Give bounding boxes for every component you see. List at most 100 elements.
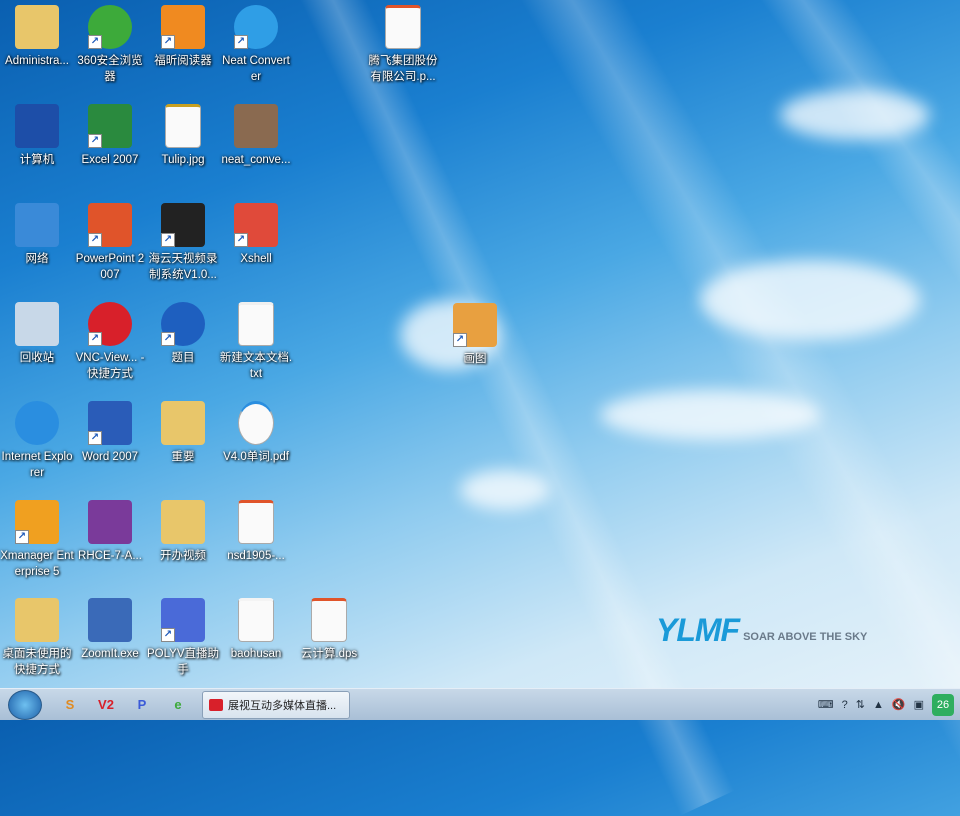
- desktop-icon[interactable]: nsd1905-...: [219, 500, 293, 564]
- action-center-icon[interactable]: ▣: [914, 698, 924, 711]
- camera-icon: ↗: [161, 203, 205, 247]
- keyboard-icon[interactable]: ⌨: [818, 698, 834, 711]
- desktop-icon[interactable]: 网络: [0, 203, 74, 267]
- desktop-icon[interactable]: ↗ Word 2007: [73, 401, 147, 465]
- icon-label: 计算机: [19, 154, 55, 166]
- task-label: 展视互动多媒体直播...: [228, 699, 337, 712]
- desktop-icon[interactable]: ↗ 题目: [146, 302, 220, 366]
- presentation-file-icon: [238, 500, 274, 544]
- icon-label: ZoomIt.exe: [81, 648, 139, 660]
- desktop-icon[interactable]: 新建文本文档.txt: [219, 302, 293, 382]
- taskbar-360-icon[interactable]: S: [52, 691, 88, 719]
- network-icon[interactable]: ⇅: [856, 698, 865, 711]
- taskbar-polyv-icon[interactable]: P: [124, 691, 160, 719]
- vnc-viewer-icon: ↗: [88, 302, 132, 346]
- shortcut-arrow-icon: ↗: [234, 35, 248, 49]
- icon-label: Administra...: [5, 55, 69, 67]
- icon-label: 新建文本文档.txt: [219, 352, 293, 380]
- desktop-icon[interactable]: 重要: [146, 401, 220, 465]
- computer-icon: [15, 104, 59, 148]
- polyv-icon: ↗: [161, 598, 205, 642]
- icon-label: nsd1905-...: [227, 550, 285, 562]
- folder-icon: [161, 500, 205, 544]
- desktop-icon[interactable]: ZoomIt.exe: [73, 598, 147, 662]
- icon-label: 360安全浏览器: [77, 55, 143, 83]
- desktop-icon[interactable]: 回收站: [0, 302, 74, 366]
- volume-muted-icon[interactable]: 🔇: [892, 698, 906, 711]
- icon-label: Xshell: [240, 253, 272, 265]
- shortcut-arrow-icon: ↗: [88, 134, 102, 148]
- desktop-icon[interactable]: ↗ 福昕阅读器: [146, 5, 220, 69]
- folder-icon: [161, 401, 205, 445]
- clock[interactable]: 26: [932, 693, 954, 716]
- desktop-icon[interactable]: baohusan: [219, 598, 293, 662]
- desktop-icon[interactable]: Internet Explorer: [0, 401, 74, 481]
- foxit-reader-icon: ↗: [161, 5, 205, 49]
- desktop-icon[interactable]: ↗ POLYV直播助手: [146, 598, 220, 678]
- system-tray: ⌨? ⇅ ▲ 🔇 ▣ 26: [818, 693, 960, 716]
- icon-label: Word 2007: [81, 451, 139, 463]
- icon-label: PowerPoint 2007: [75, 253, 145, 281]
- xmanager-icon: ↗: [15, 500, 59, 544]
- icon-label: 海云天视频录制系统V1.0...: [148, 253, 218, 281]
- winrar-icon: [88, 500, 132, 544]
- icon-label: V4.0单词.pdf: [223, 451, 289, 463]
- desktop-icon[interactable]: ↗ 海云天视频录制系统V1.0...: [146, 203, 220, 283]
- desktop-icon[interactable]: ↗ 360安全浏览器: [73, 5, 147, 85]
- desktop-icon[interactable]: ↗ Neat Converter: [219, 5, 293, 85]
- logo-tagline: SOAR ABOVE THE SKY: [743, 631, 868, 643]
- taskbar-360-browser-icon[interactable]: e: [160, 691, 196, 719]
- icon-label: 重要: [171, 451, 195, 463]
- shortcut-arrow-icon: ↗: [234, 233, 248, 247]
- blank-file-icon: [238, 598, 274, 642]
- desktop-icon[interactable]: ↗ Xmanager Enterprise 5: [0, 500, 74, 580]
- desktop-icon[interactable]: 开办视频: [146, 500, 220, 564]
- icon-label: baohusan: [230, 648, 282, 660]
- desktop-icon[interactable]: ↗ Excel 2007: [73, 104, 147, 168]
- paint-icon: ↗: [453, 303, 497, 347]
- shortcut-arrow-icon: ↗: [161, 332, 175, 346]
- shortcut-arrow-icon: ↗: [15, 530, 29, 544]
- neat-converter-icon: ↗: [234, 5, 278, 49]
- desktop-icon[interactable]: 云计算.dps: [292, 598, 366, 662]
- taskbar-active-task[interactable]: 展视互动多媒体直播...: [202, 690, 350, 719]
- show-hidden-icon[interactable]: ▲: [873, 699, 884, 711]
- icon-label: 题目: [171, 352, 195, 364]
- desktop-icon[interactable]: 桌面未使用的快捷方式: [0, 598, 74, 678]
- desktop-icon[interactable]: 计算机: [0, 104, 74, 168]
- desktop-icon[interactable]: ↗ 画图: [438, 303, 512, 367]
- desktop-icon[interactable]: ↗ VNC-View... - 快捷方式: [73, 302, 147, 382]
- icon-label: 开办视频: [160, 550, 206, 562]
- excel-icon: ↗: [88, 104, 132, 148]
- desktop-icon[interactable]: neat_conve...: [219, 104, 293, 168]
- desktop-icon[interactable]: 腾飞集团股份有限公司.p...: [366, 5, 440, 85]
- icon-label: Excel 2007: [81, 154, 139, 166]
- desktop-icon[interactable]: ↗ Xshell: [219, 203, 293, 267]
- image-file-icon: [165, 104, 201, 148]
- taskbar-vnc-icon[interactable]: V2: [88, 691, 124, 719]
- presentation-file-icon: [385, 5, 421, 49]
- app-icon: [209, 698, 223, 711]
- logo-text: YLMF: [656, 612, 740, 648]
- help-icon[interactable]: ?: [842, 699, 848, 711]
- 360-browser-icon: ↗: [88, 5, 132, 49]
- ie-icon: [15, 401, 59, 445]
- desktop-icon[interactable]: ↗ PowerPoint 2007: [73, 203, 147, 283]
- desktop-icon[interactable]: Administra...: [0, 5, 74, 69]
- icon-label: VNC-View... - 快捷方式: [75, 352, 145, 380]
- icon-label: 桌面未使用的快捷方式: [2, 648, 72, 676]
- start-button[interactable]: [8, 689, 42, 720]
- dps-file-icon: [311, 598, 347, 642]
- icon-label: 回收站: [19, 352, 55, 364]
- icon-label: 网络: [25, 253, 49, 265]
- desktop-icon[interactable]: Tulip.jpg: [146, 104, 220, 168]
- taskbar: S V2 Pe 展视互动多媒体直播... ⌨? ⇅ ▲ 🔇 ▣ 26: [0, 688, 960, 720]
- icon-label: RHCE-7-A...: [78, 550, 142, 562]
- desktop-icon[interactable]: RHCE-7-A...: [73, 500, 147, 564]
- desktop-icon[interactable]: V4.0单词.pdf: [219, 401, 293, 465]
- icon-label: Internet Explorer: [1, 451, 73, 479]
- icon-label: 云计算.dps: [300, 648, 358, 660]
- text-file-icon: [238, 302, 274, 346]
- network-icon: [15, 203, 59, 247]
- shortcut-arrow-icon: ↗: [161, 233, 175, 247]
